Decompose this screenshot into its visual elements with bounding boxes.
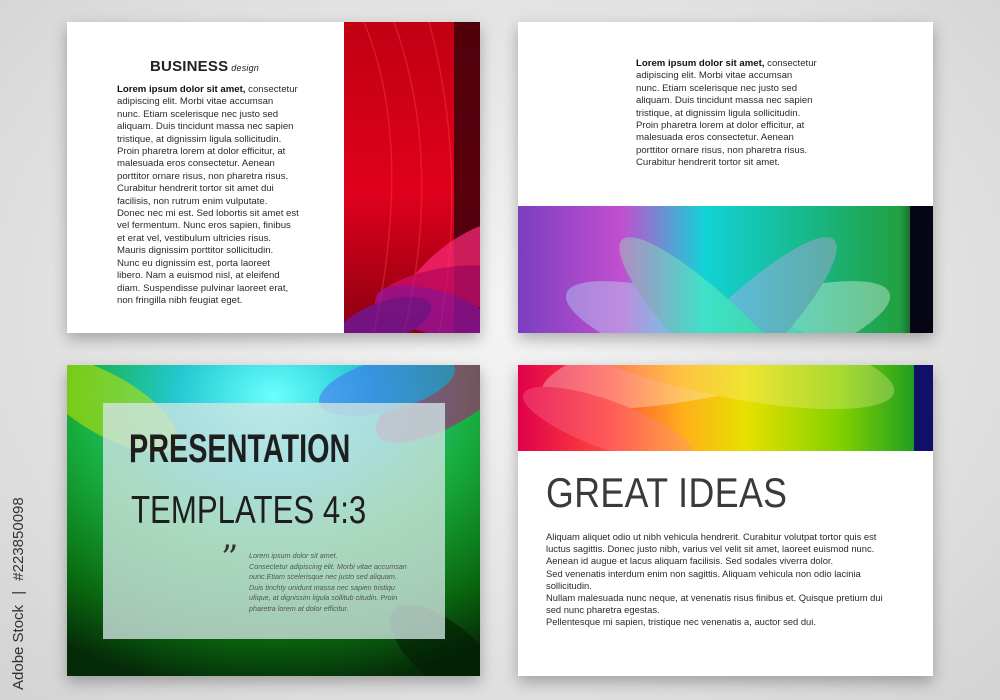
slide1-line: tristique, at dignissim ligula sollicitu…	[117, 133, 282, 145]
slide4-line: Sed venenatis interdum enim non sagittis…	[546, 567, 861, 579]
slide1-line: consectetur	[248, 84, 298, 95]
slide4-line: sollicitudin.	[546, 579, 592, 591]
slide1-line: Nunc eu dignissim est, porta laoreet	[117, 257, 271, 269]
slide4-line: Aliquam aliquet odio ut nibh vehicula he…	[546, 531, 877, 542]
slide4-line: Aenean id augue et lacus aliquam facilis…	[546, 555, 834, 567]
slide2-line: malesuada eros consectetur. Aenean	[636, 132, 794, 144]
credit-brand: Adobe Stock	[10, 604, 27, 690]
slide4-line: Nullam malesuada nunc neque, at venenati…	[546, 592, 883, 604]
slide2-line: consectetur	[767, 58, 817, 69]
quote-line: Duis tinchty unidunt massa nec sapien tr…	[249, 582, 395, 592]
slide2-line: nunc. Etiam scelerisque nec justo sed	[636, 82, 798, 94]
quote-mark: ”	[221, 538, 239, 578]
slide4-body: Aliquam aliquet odio ut nibh vehicula he…	[546, 531, 926, 629]
slide4-line: Pellentesque mi sapien, tristique nec ve…	[546, 616, 816, 628]
stock-credit: Adobe Stock | #223850098	[10, 497, 27, 690]
slide1-title: BUSINESS design	[150, 58, 260, 75]
slide2-line: Proin pharetra lorem at dolor efficitur,…	[636, 120, 805, 132]
slide-text-rainbow: Lorem ipsum dolor sit amet, consectetur …	[518, 22, 933, 333]
slide2-line: Curabitur hendrerit tortor sit amet.	[636, 157, 780, 169]
rainbow-petal-art	[518, 206, 933, 333]
slide4-line: sed nunc pharetra egestas.	[546, 604, 660, 616]
slide1-line: libero. Nam a euismod nisl, at eleifend	[117, 270, 280, 282]
warm-petal-art	[518, 365, 933, 451]
quote-line: Consectetur adipiscing elit. Morbi vitae…	[249, 561, 407, 571]
slide-business-design: BUSINESS design Lorem ipsum dolor sit ame…	[67, 22, 480, 333]
slide1-line: adipiscing elit. Morbi vitae accumsan	[117, 96, 274, 108]
quote-line: pharetra lorem at dolor efficitur.	[249, 603, 349, 613]
slide1-line: Proin pharetra lorem at dolor efficitur,…	[117, 146, 286, 158]
slide2-body: Lorem ipsum dolor sit amet, consectetur …	[636, 58, 876, 170]
slide1-lead: Lorem ipsum dolor sit amet,	[117, 84, 246, 95]
slide2-line: aliquam. Duis tincidunt massa nec sapien	[636, 95, 813, 107]
slide1-body: Lorem ipsum dolor sit amet, consectetur …	[117, 84, 357, 307]
slide1-line: diam. Suspendisse pulvinar laoreet erat,	[117, 282, 289, 294]
slide1-line: vel fermentum. Nunc eros sapien, finibus	[117, 220, 291, 232]
slide1-line: non fringilla nibh feugiat eget.	[117, 294, 243, 306]
credit-separator: |	[10, 591, 27, 595]
slide1-line: Donec nec mi est. Sed lobortis sit amet …	[117, 208, 299, 220]
presentation-heading: PRESENTATION	[129, 427, 351, 471]
quote-text: Lorem ipsum dolor sit amet. Consectetur …	[249, 551, 439, 615]
slide1-line: malesuada eros consectetur. Aenean	[117, 158, 275, 170]
slide1-line: porttitor ornare risus, non pharetra ris…	[117, 170, 289, 182]
slide2-line: tristique, at dignissim ligula sollicitu…	[636, 107, 801, 119]
slide1-title-suffix: design	[231, 63, 260, 73]
slide4-line: luctus sagittis. Donec justo nibh, variu…	[546, 543, 875, 555]
slide1-line: facilisis, non rutrum enim vulputate.	[117, 195, 268, 207]
slide2-line: porttitor ornare risus, non pharetra ris…	[636, 144, 808, 156]
slide2-line: adipiscing elit. Morbi vitae accumsan	[636, 70, 793, 82]
quote-line: Lorem ipsum dolor sit amet.	[249, 551, 338, 560]
templates-heading: TEMPLATES 4:3	[131, 489, 367, 532]
quote-line: nunc.Etiam scelerisque nec justo sed ali…	[249, 572, 397, 582]
quote-line: ufique, at dignissim ligula sollitub cit…	[249, 593, 398, 603]
slide1-line: Curabitur hendrerit tortor sit amet dui	[117, 183, 274, 195]
credit-number: #223850098	[10, 497, 27, 580]
slide2-lead: Lorem ipsum dolor sit amet,	[636, 58, 765, 69]
slide-presentation-title: PRESENTATION TEMPLATES 4:3 ” Lorem ipsum…	[67, 365, 480, 676]
svg-text:Adobe Stock | #2238500: Adobe Stock | #223850098	[10, 497, 27, 690]
slide1-line: Mauris dignissim porttitor sollicitudin.	[117, 245, 274, 257]
slide-great-ideas: GREAT IDEAS Aliquam aliquet odio ut nibh…	[518, 365, 933, 676]
red-petal-art	[344, 22, 480, 333]
title-panel: PRESENTATION TEMPLATES 4:3 ” Lorem ipsum…	[103, 403, 445, 639]
slide1-line: et erat vel, vestibulum ultricies risus.	[117, 232, 272, 244]
slide1-line: nunc. Etiam scelerisque nec justo sed	[117, 108, 279, 120]
slide1-line: aliquam. Duis tincidunt massa nec sapien	[117, 121, 294, 133]
great-ideas-heading: GREAT IDEAS	[546, 469, 788, 516]
